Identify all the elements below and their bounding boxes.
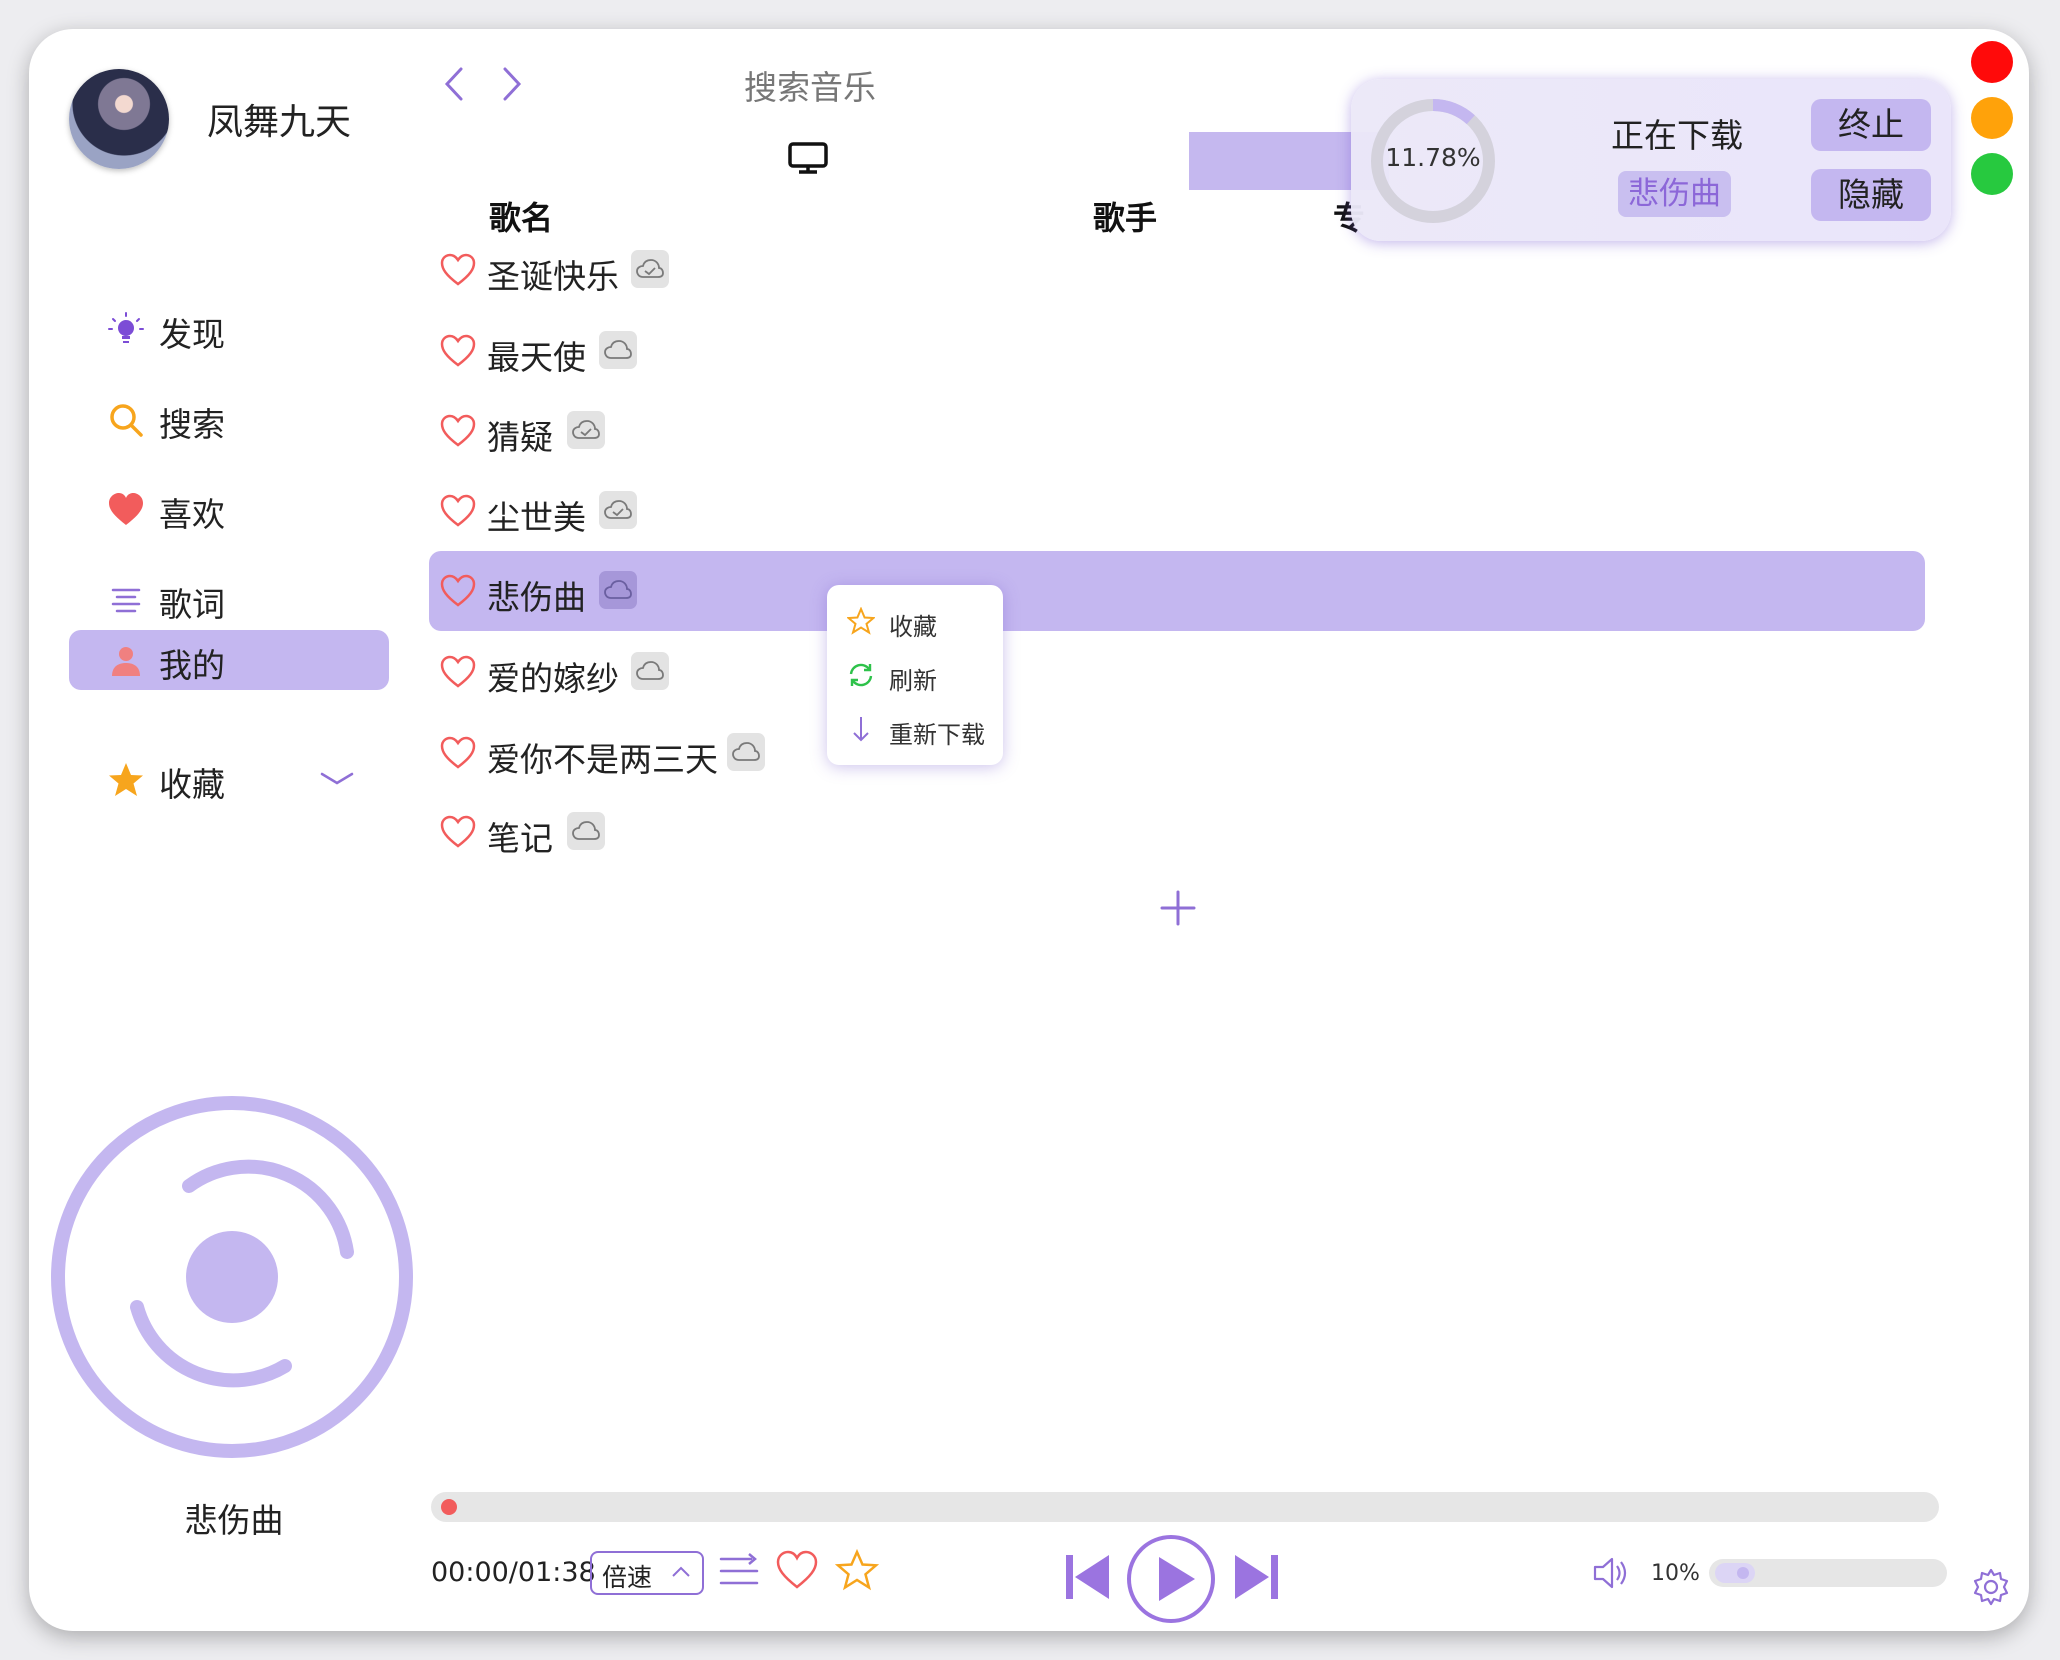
username: 凤舞九天 (207, 102, 352, 143)
cloud-check-icon[interactable] (599, 491, 637, 529)
sidebar-item-lyrics[interactable]: 歌词 (69, 569, 389, 629)
user-icon (112, 647, 140, 676)
sidebar-item-discover[interactable]: 发现 (69, 299, 389, 359)
album-disc-icon (51, 1096, 413, 1458)
playlist-order-icon[interactable] (717, 1551, 761, 1591)
minimize-button[interactable] (1971, 97, 2013, 139)
song-row[interactable]: 尘世美 (429, 471, 1925, 551)
refresh-icon (849, 663, 873, 687)
ctx-item-refresh[interactable]: 刷新 (827, 649, 1003, 699)
heart-outline-icon[interactable] (439, 252, 477, 288)
playback-progress-handle[interactable] (441, 1499, 457, 1515)
maximize-button[interactable] (1971, 153, 2013, 195)
chevron-down-icon[interactable] (319, 769, 355, 789)
search-input[interactable]: 搜索音乐 (744, 61, 876, 109)
sidebar-item-label: 收藏 (159, 765, 225, 804)
song-row[interactable]: 猜疑 (429, 391, 1925, 471)
app-window: 凤舞九天 发现 搜索 喜欢 歌词 我的 收藏 悲伤曲 搜索音乐 歌名 歌手 专 … (29, 29, 2029, 1631)
song-row-selected[interactable]: 悲伤曲 (429, 551, 1925, 631)
previous-track-icon[interactable] (1063, 1552, 1113, 1602)
back-arrow-icon[interactable] (439, 64, 469, 104)
heart-outline-icon[interactable] (439, 413, 477, 449)
song-row[interactable]: 笔记 (429, 792, 1925, 872)
star-icon (109, 763, 143, 796)
song-title: 笔记 (487, 819, 553, 858)
ctx-item-redownload[interactable]: 重新下载 (827, 703, 1003, 753)
cloud-check-icon[interactable] (567, 411, 605, 449)
favorite-star-icon[interactable] (835, 1549, 879, 1591)
download-status: 正在下载 (1611, 116, 1743, 155)
heart-outline-icon[interactable] (439, 573, 477, 609)
volume-icon[interactable] (1591, 1555, 1631, 1591)
settings-gear-icon[interactable] (1971, 1567, 2011, 1607)
stop-download-button[interactable]: 终止 (1811, 99, 1931, 151)
forward-arrow-icon[interactable] (497, 64, 527, 104)
play-icon[interactable] (1125, 1533, 1217, 1625)
sidebar-item-search[interactable]: 搜索 (69, 389, 389, 449)
heart-icon (109, 493, 143, 525)
heart-outline-icon[interactable] (439, 814, 477, 850)
heart-outline-icon[interactable] (439, 493, 477, 529)
sidebar-item-mine[interactable]: 我的 (69, 630, 389, 690)
download-percent: 11.78% (1385, 143, 1481, 172)
ctx-item-favorite[interactable]: 收藏 (827, 595, 1003, 645)
close-button[interactable] (1971, 41, 2013, 83)
heart-outline-icon[interactable] (439, 654, 477, 690)
sidebar-item-favorites[interactable]: 收藏 (69, 749, 389, 809)
cloud-icon[interactable] (567, 812, 605, 850)
search-icon (110, 404, 143, 437)
song-title: 悲伤曲 (487, 578, 586, 617)
sidebar-item-liked[interactable]: 喜欢 (69, 479, 389, 539)
download-popup: 11.78% 正在下载 悲伤曲 终止 隐藏 (1351, 79, 1951, 241)
heart-outline-icon[interactable] (439, 333, 477, 369)
song-title: 爱的嫁纱 (487, 659, 619, 698)
song-title: 圣诞快乐 (487, 257, 619, 296)
arrow-down-icon (853, 717, 869, 742)
speed-label: 倍速 (602, 1563, 653, 1592)
cloud-icon[interactable] (727, 733, 765, 771)
cloud-icon[interactable] (599, 331, 637, 369)
context-menu: 收藏 刷新 重新下载 (827, 585, 1003, 765)
song-title: 猜疑 (487, 418, 553, 457)
star-outline-icon (847, 607, 875, 635)
cloud-icon[interactable] (599, 571, 637, 609)
song-title: 最天使 (487, 338, 586, 377)
heart-outline-icon[interactable] (439, 735, 477, 771)
lightbulb-icon (108, 312, 144, 343)
speed-button[interactable]: 倍速 (590, 1551, 704, 1595)
playback-progress-bar[interactable] (431, 1492, 1939, 1522)
now-playing-title: 悲伤曲 (184, 1501, 284, 1540)
hide-download-button[interactable]: 隐藏 (1811, 169, 1931, 221)
ctx-label: 重新下载 (889, 721, 985, 749)
chevron-up-icon (672, 1566, 690, 1577)
lyrics-lines-icon (111, 588, 141, 613)
ctx-label: 收藏 (889, 613, 937, 641)
next-track-icon[interactable] (1231, 1552, 1281, 1602)
song-row[interactable]: 最天使 (429, 311, 1925, 391)
cloud-icon[interactable] (631, 652, 669, 690)
volume-handle[interactable] (1737, 1567, 1749, 1579)
playback-time: 00:00/01:38 (431, 1557, 596, 1588)
song-title: 尘世美 (487, 498, 586, 537)
volume-fill (1715, 1563, 1755, 1583)
sidebar-item-label: 歌词 (159, 585, 225, 624)
cloud-check-icon[interactable] (631, 250, 669, 288)
song-title: 爱你不是两三天 (487, 740, 718, 779)
sidebar-item-label: 搜索 (159, 405, 225, 444)
sidebar-item-label: 喜欢 (159, 495, 225, 534)
like-heart-icon[interactable] (775, 1549, 819, 1591)
avatar[interactable] (69, 69, 169, 169)
monitor-icon[interactable] (787, 141, 829, 175)
song-row[interactable]: 圣诞快乐 (429, 230, 1925, 310)
volume-percent: 10% (1651, 1561, 1700, 1586)
add-icon[interactable] (1159, 889, 1197, 927)
song-row[interactable]: 爱你不是两三天 (429, 713, 1925, 793)
ctx-label: 刷新 (889, 667, 937, 695)
song-row[interactable]: 爱的嫁纱 (429, 632, 1925, 712)
sidebar-item-label: 我的 (159, 646, 225, 685)
sidebar-item-label: 发现 (159, 315, 225, 354)
download-song-name: 悲伤曲 (1618, 171, 1731, 217)
